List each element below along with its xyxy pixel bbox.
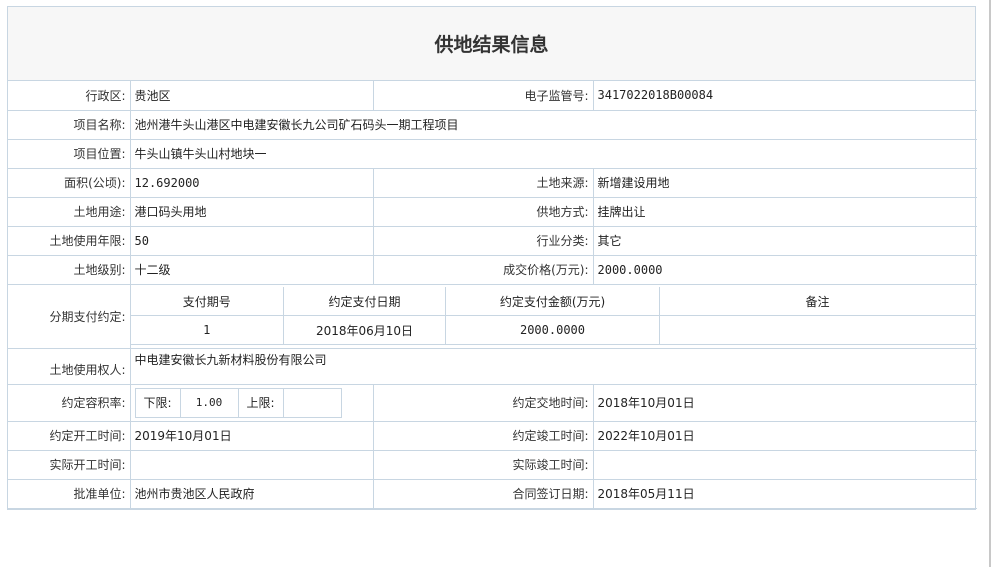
installment-cell: 支付期号 约定支付日期 约定支付金额(万元) 备注 1 2018年06月10日 …	[129, 283, 977, 349]
project-name-label: 项目名称:	[8, 109, 131, 140]
row-approver: 批准单位: 池州市贵池区人民政府 合同签订日期: 2018年05月11日	[8, 478, 977, 509]
land-source-label: 土地来源:	[372, 167, 594, 198]
delivery-time-label: 约定交地时间:	[372, 383, 594, 422]
installment-amount: 2000.0000	[445, 315, 660, 346]
land-use-value: 港口码头用地	[129, 196, 374, 227]
row-land-grade: 土地级别: 十二级 成交价格(万元): 2000.0000	[8, 254, 977, 285]
installment-label: 分期支付约定:	[8, 283, 131, 349]
page-title: 供地结果信息	[434, 34, 549, 56]
far-label: 约定容积率:	[8, 383, 131, 422]
row-project-location: 项目位置: 牛头山镇牛头山村地块一	[8, 138, 977, 169]
row-district: 行政区: 贵池区 电子监管号: 3417022018B00084	[8, 81, 977, 111]
installment-header-amount: 约定支付金额(万元)	[445, 286, 660, 317]
district-label: 行政区:	[8, 81, 131, 111]
far-lower-label: 下限:	[143, 396, 172, 410]
far-ratio-box: 下限: 1.00 上限:	[134, 387, 342, 418]
project-name-value: 池州港牛头山港区中电建安徽长九公司矿石码头一期工程项目	[129, 109, 977, 140]
row-right-holder: 土地使用权人: 中电建安徽长九新材料股份有限公司	[8, 347, 977, 385]
far-upper-value	[282, 388, 341, 417]
installment-header-row: 支付期号 约定支付日期 约定支付金额(万元) 备注	[130, 286, 975, 317]
finish-time-value: 2022年10月01日	[592, 420, 977, 451]
row-area: 面积(公顷): 12.692000 土地来源: 新增建设用地	[8, 167, 977, 198]
approver-value: 池州市贵池区人民政府	[129, 478, 374, 509]
approver-label: 批准单位:	[8, 478, 131, 509]
right-holder-value: 中电建安徽长九新材料股份有限公司	[129, 347, 977, 385]
row-project-name: 项目名称: 池州港牛头山港区中电建安徽长九公司矿石码头一期工程项目	[8, 109, 977, 140]
installment-date: 2018年06月10日	[283, 315, 446, 346]
actual-finish-value	[592, 449, 977, 480]
row-start-finish: 约定开工时间: 2019年10月01日 约定竣工时间: 2022年10月01日	[8, 420, 977, 451]
price-label: 成交价格(万元):	[372, 254, 594, 285]
installment-header-period: 支付期号	[130, 286, 284, 317]
land-source-value: 新增建设用地	[592, 167, 977, 198]
far-cell: 下限: 1.00 上限:	[129, 383, 374, 422]
actual-start-value	[129, 449, 374, 480]
row-installments: 分期支付约定: 支付期号 约定支付日期 约定支付金额(万元) 备注 1 2018…	[8, 283, 977, 349]
land-grade-value: 十二级	[129, 254, 374, 285]
actual-start-label: 实际开工时间:	[8, 449, 131, 480]
far-upper-label: 上限:	[246, 396, 275, 410]
area-value: 12.692000	[129, 167, 374, 198]
supply-method-label: 供地方式:	[372, 196, 594, 227]
row-actual: 实际开工时间: 实际竣工时间:	[8, 449, 977, 480]
installment-period: 1	[130, 315, 284, 346]
district-value: 贵池区	[129, 81, 374, 111]
land-grade-label: 土地级别:	[8, 254, 131, 285]
industry-label: 行业分类:	[372, 225, 594, 256]
installment-row: 1 2018年06月10日 2000.0000	[130, 315, 975, 346]
price-value: 2000.0000	[592, 254, 977, 285]
start-time-label: 约定开工时间:	[8, 420, 131, 451]
contract-date-label: 合同签订日期:	[372, 478, 594, 509]
project-location-label: 项目位置:	[8, 138, 131, 169]
row-use-years: 土地使用年限: 50 行业分类: 其它	[8, 225, 977, 256]
use-years-value: 50	[129, 225, 374, 256]
info-table: 行政区: 贵池区 电子监管号: 3417022018B00084 项目名称: 池…	[8, 81, 977, 509]
supervision-no-value: 3417022018B00084	[592, 81, 977, 111]
row-far: 约定容积率: 下限: 1.00 上限: 约定交地时间: 2018年10月01日	[8, 383, 977, 422]
industry-value: 其它	[592, 225, 977, 256]
supply-method-value: 挂牌出让	[592, 196, 977, 227]
actual-finish-label: 实际竣工时间:	[372, 449, 594, 480]
installment-note	[659, 315, 975, 346]
contract-date-value: 2018年05月11日	[592, 478, 977, 509]
start-time-value: 2019年10月01日	[129, 420, 374, 451]
installment-header-note: 备注	[659, 286, 975, 317]
installment-header-date: 约定支付日期	[283, 286, 446, 317]
use-years-label: 土地使用年限:	[8, 225, 131, 256]
supervision-no-label: 电子监管号:	[372, 81, 594, 111]
delivery-time-value: 2018年10月01日	[592, 383, 977, 422]
title-bar: 供地结果信息	[8, 7, 975, 81]
far-lower-value: 1.00	[179, 388, 239, 417]
finish-time-label: 约定竣工时间:	[372, 420, 594, 451]
land-supply-result-panel: 供地结果信息 行政区: 贵池区 电子监管号: 3417022018B00084 …	[7, 6, 977, 510]
right-holder-label: 土地使用权人:	[8, 347, 131, 385]
installment-table: 支付期号 约定支付日期 约定支付金额(万元) 备注 1 2018年06月10日 …	[130, 286, 975, 346]
project-location-value: 牛头山镇牛头山村地块一	[129, 138, 977, 169]
area-label: 面积(公顷):	[8, 167, 131, 198]
row-land-use: 土地用途: 港口码头用地 供地方式: 挂牌出让	[8, 196, 977, 227]
land-use-label: 土地用途:	[8, 196, 131, 227]
